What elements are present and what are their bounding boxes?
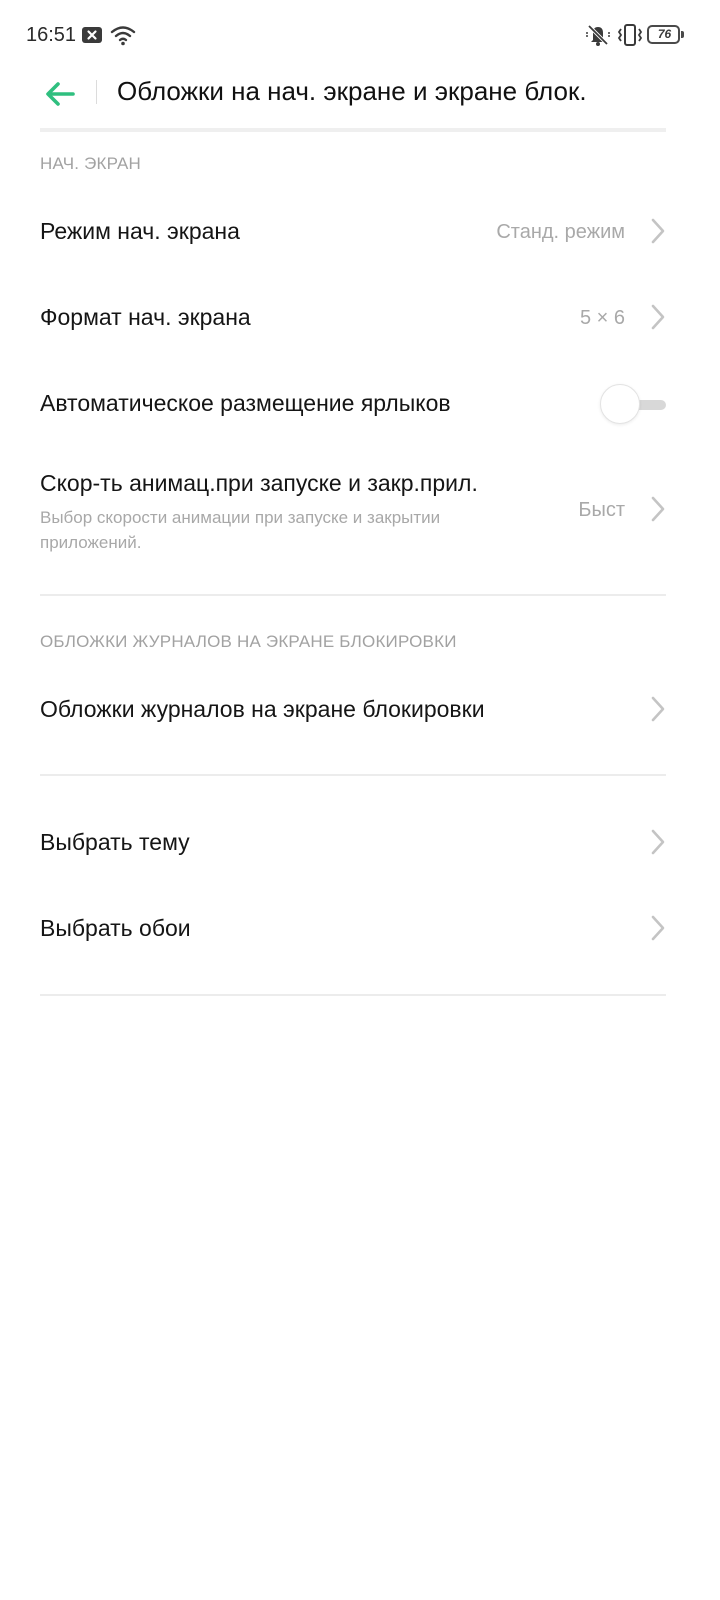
back-button[interactable] xyxy=(40,74,80,114)
chevron-right-icon xyxy=(651,915,665,941)
page-title: Обложки на нач. экране и экране блок. xyxy=(117,76,587,106)
auto-shortcuts-row: Автоматическое размещение ярлыков xyxy=(0,362,720,448)
divider xyxy=(40,594,666,596)
status-bar: 16:51 76 xyxy=(0,0,720,70)
battery-icon: 76 xyxy=(647,25,685,45)
status-time: 16:51 xyxy=(26,24,77,46)
home-mode-title: Режим нач. экрана xyxy=(40,218,240,244)
choose-wallpaper-row[interactable]: Выбрать обои xyxy=(0,887,720,973)
choose-theme-title: Выбрать тему xyxy=(40,829,190,855)
auto-shortcuts-title: Автоматическое размещение ярлыков xyxy=(40,390,451,416)
animation-speed-value: Быст xyxy=(578,499,625,521)
animation-speed-title: Скор-ть анимац.при запуске и закр.прил. xyxy=(40,470,478,496)
title-bar: Обложки на нач. экране и экране блок. xyxy=(0,70,720,132)
chevron-right-icon xyxy=(651,218,665,244)
title-divider xyxy=(96,80,97,104)
animation-speed-row[interactable]: Скор-ть анимац.при запуске и закр.прил. … xyxy=(0,448,720,578)
choose-theme-row[interactable]: Выбрать тему xyxy=(0,801,720,887)
notification-x-icon xyxy=(81,26,103,44)
divider xyxy=(40,774,666,776)
section-header-lock: ОБЛОЖКИ ЖУРНАЛОВ НА ЭКРАНЕ БЛОКИРОВКИ xyxy=(40,632,457,651)
auto-shortcuts-toggle[interactable] xyxy=(600,384,666,424)
home-mode-value: Станд. режим xyxy=(496,221,625,243)
arrow-left-icon xyxy=(46,82,75,106)
home-format-row[interactable]: Формат нач. экрана 5 × 6 xyxy=(0,276,720,362)
mute-icon xyxy=(584,23,612,47)
chevron-right-icon xyxy=(651,304,665,330)
wifi-icon xyxy=(110,24,136,46)
animation-speed-subtitle: Выбор скорости анимации при запуске и за… xyxy=(40,508,441,552)
home-format-title: Формат нач. экрана xyxy=(40,304,251,330)
home-mode-row[interactable]: Режим нач. экрана Станд. режим xyxy=(0,190,720,276)
chevron-right-icon xyxy=(651,829,665,855)
choose-wallpaper-title: Выбрать обои xyxy=(40,915,191,941)
lock-magazine-row[interactable]: Обложки журналов на экране блокировки xyxy=(0,668,720,754)
battery-level: 76 xyxy=(657,27,672,41)
home-format-value: 5 × 6 xyxy=(579,307,625,329)
section-header-home: НАЧ. ЭКРАН xyxy=(40,154,142,173)
title-underline xyxy=(40,128,666,132)
lock-magazine-title: Обложки журналов на экране блокировки xyxy=(40,696,485,722)
toggle-thumb xyxy=(600,384,640,424)
divider xyxy=(40,994,666,996)
vibrate-icon xyxy=(617,23,643,47)
chevron-right-icon xyxy=(651,696,665,722)
chevron-right-icon xyxy=(651,496,665,522)
